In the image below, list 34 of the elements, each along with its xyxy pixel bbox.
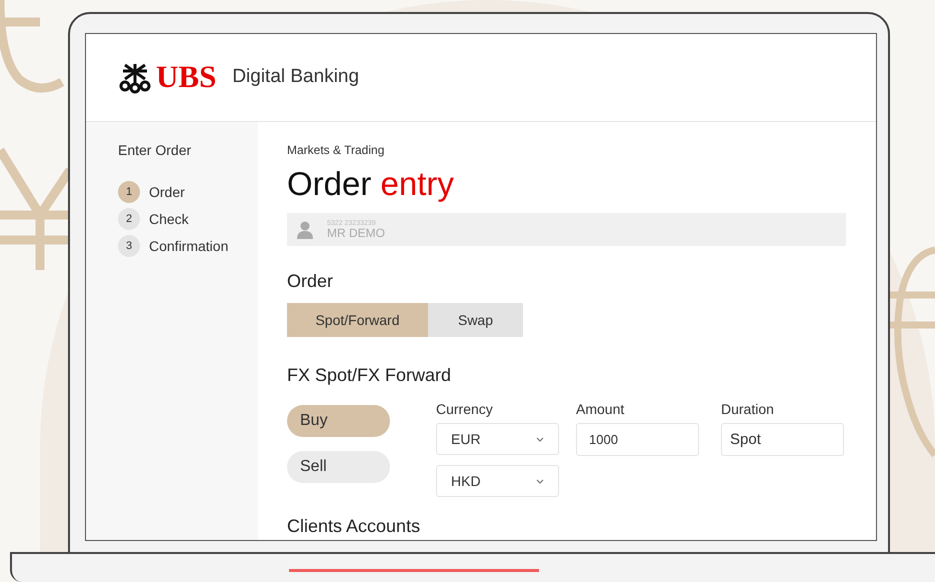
- step-item[interactable]: 2 Check: [118, 208, 258, 230]
- page-heading: Order entry: [287, 164, 455, 204]
- step-number: 3: [118, 235, 140, 257]
- amount-field[interactable]: 1000: [576, 423, 699, 456]
- field-label: Currency: [436, 400, 494, 419]
- tab[interactable]: Spot/Forward: [287, 303, 428, 337]
- app-title: Digital Banking: [232, 65, 360, 90]
- select-value: HKD: [451, 472, 481, 490]
- side-toggle-button[interactable]: Sell: [287, 451, 390, 483]
- chevron-down-icon: [536, 436, 544, 442]
- section-title: FX Spot/FX Forward: [287, 364, 452, 387]
- step-label: Order: [149, 182, 185, 202]
- side-toggle-button[interactable]: Buy: [287, 405, 390, 437]
- chevron-down-icon: [536, 478, 544, 484]
- step-label: Check: [149, 210, 189, 228]
- client-name: MR DEMO: [327, 227, 385, 239]
- select-value: EUR: [451, 430, 481, 448]
- currency-select[interactable]: HKD: [436, 465, 559, 497]
- sidebar-title: Enter Order: [118, 141, 192, 160]
- step-item[interactable]: 1 Order: [118, 181, 258, 203]
- step-label: Confirmation: [149, 236, 228, 256]
- duration-field[interactable]: Spot: [721, 423, 844, 456]
- field-label: Duration: [721, 400, 775, 419]
- section-title: Clients Accounts: [287, 515, 422, 538]
- tab[interactable]: Swap: [428, 303, 523, 337]
- breadcrumb: Markets & Trading: [287, 142, 386, 159]
- step-number: 1: [118, 181, 140, 203]
- currency-select[interactable]: EUR: [436, 423, 559, 455]
- step-number: 2: [118, 208, 140, 230]
- step-item[interactable]: 3 Confirmation: [118, 235, 258, 257]
- section-title: Order: [287, 270, 334, 293]
- brand-logo-text: UBS: [156, 58, 216, 96]
- field-label: Amount: [576, 400, 626, 419]
- person-icon: [297, 220, 313, 238]
